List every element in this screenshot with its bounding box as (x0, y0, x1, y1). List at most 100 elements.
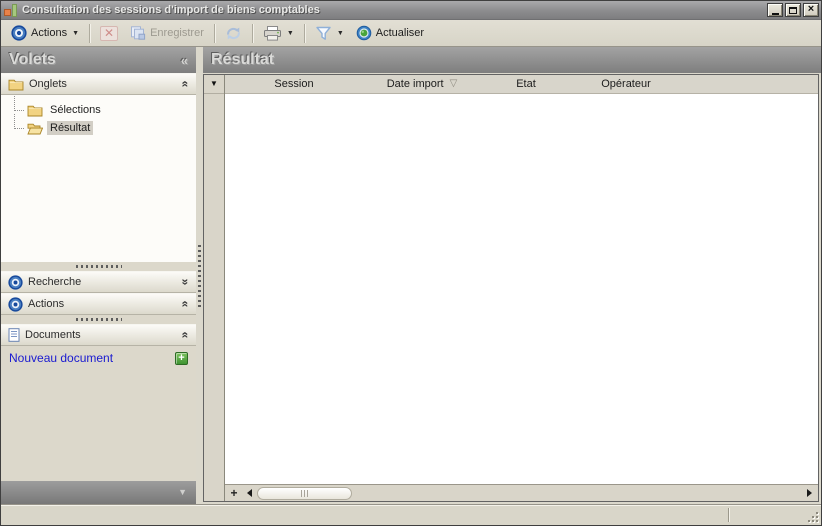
main-panel-header: Résultat (203, 47, 821, 73)
section-header-onglets[interactable]: Onglets « (1, 73, 196, 95)
add-row-button[interactable]: + (226, 486, 242, 501)
section-label-documents: Documents (25, 329, 81, 341)
chevron-double-up-icon[interactable]: « (179, 301, 193, 308)
column-label: Opérateur (601, 78, 651, 90)
tree-item-resultat[interactable]: Résultat (1, 114, 196, 137)
tree-item-selections[interactable]: Sélections (1, 96, 196, 119)
sidebar-footer-bar: ▼ (1, 481, 196, 504)
column-label: Etat (516, 78, 536, 90)
folder-icon (8, 78, 24, 91)
documents-panel: Nouveau document + (1, 346, 196, 370)
refresh-label: Actualiser (375, 27, 425, 39)
triangle-right-icon (807, 489, 812, 497)
splitter-grip-icon (75, 265, 122, 268)
chevron-down-icon: ▼ (72, 29, 80, 37)
column-header-operateur[interactable]: Opérateur (571, 75, 681, 93)
section-header-actions[interactable]: Actions « (1, 293, 196, 315)
minimize-button[interactable] (767, 3, 783, 17)
results-grid: ▼ Session Date import ▽ Etat Opérateur + (203, 74, 819, 502)
sidebar-empty-area (1, 370, 196, 481)
chevron-double-down-icon[interactable]: » (179, 279, 193, 286)
new-document-link[interactable]: Nouveau document (9, 351, 113, 365)
bullseye-icon (8, 274, 23, 290)
chevron-double-up-icon[interactable]: « (179, 81, 193, 88)
horizontal-splitter[interactable] (1, 262, 196, 271)
column-header-etat[interactable]: Etat (481, 75, 571, 93)
printer-icon (263, 25, 282, 41)
collapse-sidebar-button[interactable]: « (181, 54, 188, 67)
status-cell-left (1, 505, 728, 525)
delete-icon: ✕ (100, 25, 119, 41)
horizontal-splitter[interactable] (1, 315, 196, 324)
grid-selector-button[interactable]: ▼ (204, 75, 224, 94)
title-bar[interactable]: Consultation des sessions d'import de bi… (1, 1, 821, 20)
column-label: Session (274, 78, 314, 90)
refresh-button[interactable]: Actualiser (350, 22, 430, 44)
filter-funnel-icon (315, 26, 332, 41)
main-panel: Résultat ▼ Session Date import ▽ Etat Op… (203, 47, 821, 504)
status-cell-right (729, 505, 821, 525)
grid-header-row: Session Date import ▽ Etat Opérateur (225, 75, 818, 94)
content-area: Volets « Onglets « Sélections Résultat R… (1, 47, 821, 504)
add-document-button[interactable]: + (175, 351, 188, 365)
document-icon (8, 328, 20, 342)
save-label: Enregistrer (150, 27, 204, 39)
grid-body-empty[interactable] (225, 94, 818, 484)
sidebar-title: Volets (9, 51, 56, 68)
sync-button[interactable] (219, 23, 248, 44)
splitter-grip-icon (75, 318, 122, 321)
filter-button[interactable]: ▼ (309, 23, 350, 44)
app-window: Consultation des sessions d'import de bi… (0, 0, 822, 526)
maximize-button[interactable] (785, 3, 801, 17)
splitter-grip-icon (198, 244, 201, 307)
section-header-documents[interactable]: Documents « (1, 324, 196, 346)
vertical-splitter[interactable] (196, 47, 203, 504)
row-selector-icon: ▼ (210, 79, 218, 88)
print-button[interactable]: ▼ (257, 23, 300, 44)
main-panel-title: Résultat (211, 51, 275, 68)
thumb-grip-icon (307, 489, 308, 497)
horizontal-scrollbar-track[interactable] (352, 487, 802, 500)
grid-content: Session Date import ▽ Etat Opérateur + (225, 75, 818, 501)
chevron-down-icon: ▼ (336, 29, 344, 37)
scroll-right-button[interactable] (802, 486, 817, 500)
tree-item-label: Résultat (47, 121, 94, 135)
actions-menu-button[interactable]: Actions ▼ (5, 22, 85, 44)
minimize-icon (771, 12, 779, 15)
folder-closed-icon (27, 104, 43, 117)
folder-open-icon (27, 122, 43, 135)
sync-icon (225, 26, 242, 41)
chevron-double-up-icon[interactable]: « (179, 332, 193, 339)
tree-item-label: Sélections (50, 104, 101, 116)
bullseye-icon (8, 296, 23, 312)
toolbar-separator (251, 23, 253, 43)
save-icon (130, 26, 146, 40)
toolbar-separator (89, 23, 91, 43)
column-header-session[interactable]: Session (225, 75, 363, 93)
toolbar: Actions ▼ ✕ Enregistrer ▼ ▼ Actualiser (1, 20, 821, 47)
resize-grip[interactable] (816, 520, 818, 522)
column-label: Date import (386, 78, 444, 90)
toolbar-separator (303, 23, 305, 43)
row-indicator-column: ▼ (204, 75, 225, 501)
section-label-onglets: Onglets (29, 78, 67, 90)
column-header-date-import[interactable]: Date import ▽ (363, 75, 481, 93)
close-button[interactable]: × (803, 3, 819, 17)
thumb-grip-icon (301, 489, 302, 497)
section-label-recherche: Recherche (28, 276, 82, 288)
horizontal-scrollbar-thumb[interactable] (257, 486, 352, 500)
chevron-down-icon: ▼ (286, 29, 294, 37)
triangle-left-icon (247, 489, 252, 497)
sidebar-header: Volets « (1, 47, 196, 73)
scroll-left-button[interactable] (242, 486, 257, 500)
footer-dropdown-arrow-icon[interactable]: ▼ (178, 488, 187, 497)
bullseye-icon (11, 25, 27, 41)
sidebar-volets: Volets « Onglets « Sélections Résultat R… (1, 47, 196, 504)
app-icon (4, 3, 18, 17)
save-button[interactable]: Enregistrer (124, 23, 210, 43)
toolbar-separator (213, 23, 215, 43)
status-bar (1, 504, 821, 525)
section-header-recherche[interactable]: Recherche » (1, 271, 196, 293)
delete-button[interactable]: ✕ (94, 23, 124, 44)
close-icon: × (807, 3, 815, 15)
